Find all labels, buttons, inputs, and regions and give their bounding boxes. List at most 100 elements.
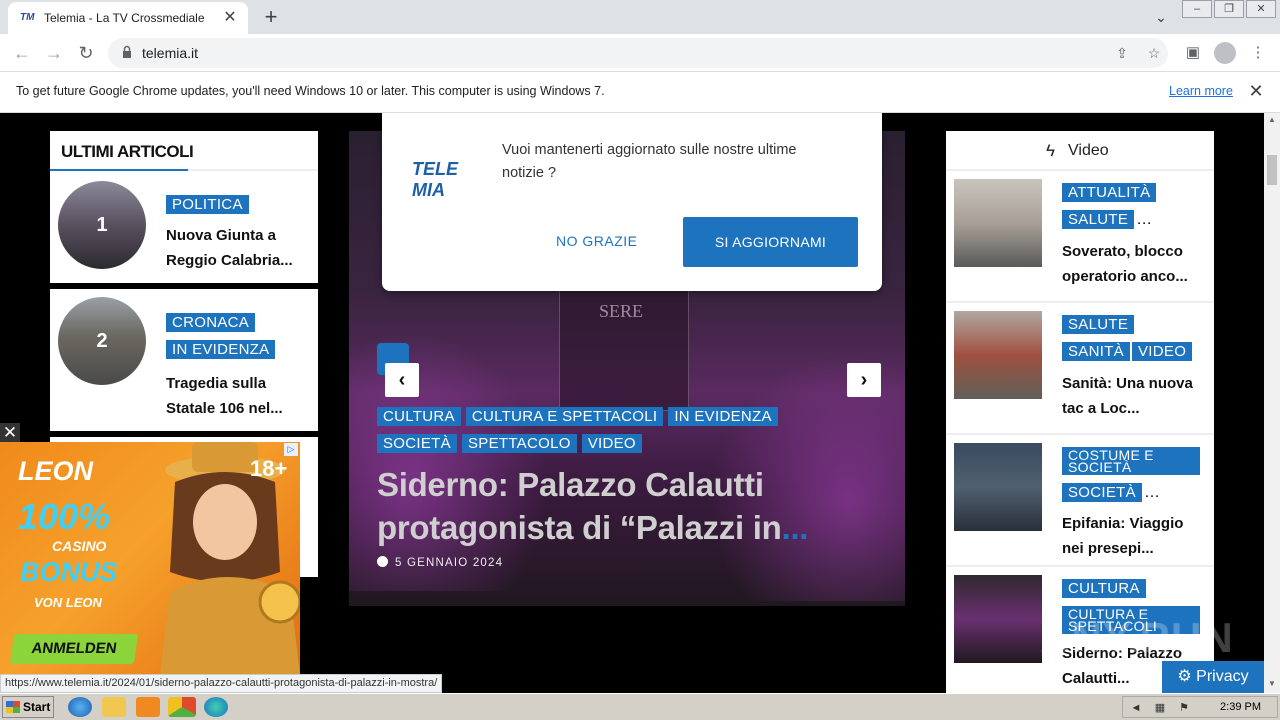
video-thumbnail[interactable] [954,311,1042,399]
side-panel-icon[interactable]: ▣ [1183,43,1203,63]
category-tag[interactable]: CULTURA E SPETTACOLI [465,407,664,426]
media-player-icon[interactable] [136,697,160,717]
article-tags: CRONACA IN EVIDENZA [166,313,316,359]
ad-brand: LEON [18,456,94,486]
window-controls: – ❐ ✕ [1180,0,1276,18]
new-tab-button[interactable]: + [258,4,284,30]
flag-icon[interactable]: ⚑ [1177,701,1191,715]
category-tag[interactable]: SALUTE [1062,315,1135,334]
category-tag[interactable]: POLITICA [166,195,249,214]
profile-avatar[interactable] [1214,42,1236,64]
start-button[interactable]: Start [2,696,54,718]
video-item[interactable]: ATTUALITÀ SALUTE… Soverato, blocco operat… [946,171,1214,303]
category-tag[interactable]: VIDEO [581,434,642,453]
category-tag[interactable]: SOCIETÀ [1062,483,1142,502]
casino-ad-banner[interactable]: LEON 100% CASINO BONUS VON LEON ANMELDEN… [0,442,300,674]
infobar-message: To get future Google Chrome updates, you… [16,84,605,98]
status-bar-url: https://www.telemia.it/2024/01/siderno-p… [0,674,443,693]
article-title[interactable]: Tragedia sulla Statale 106 nel... [166,371,311,421]
video-widget-header: ϟ Video [946,131,1214,171]
reload-icon[interactable]: ↻ [74,41,98,65]
tab-close-icon[interactable]: ✕ [220,8,240,28]
system-tray: ◄ ▦ ⚑ 2:39 PM [1122,696,1278,718]
ad-info-icon[interactable]: ▷ [284,443,298,456]
browser-tab[interactable]: TM Telemia - La TV Crossmediale ✕ [8,2,248,34]
video-item[interactable]: SALUTE SANITÀ VIDEO Sanità: Una nuova tac … [946,303,1214,435]
category-tag[interactable]: SPETTACOLO [461,434,577,453]
category-tag[interactable]: CULTURA [377,407,461,426]
video-thumbnail[interactable] [954,443,1042,531]
back-arrow-icon[interactable]: ← [10,41,34,65]
infobar-close-icon[interactable]: ✕ [1246,81,1266,101]
address-bar[interactable]: telemia.it ⇪ ☆ [108,38,1168,68]
decline-button[interactable]: NO GRAZIE [556,233,638,249]
bolt-icon: ϟ [1046,141,1055,160]
scroll-down-icon[interactable]: ▼ [1264,677,1280,691]
minimize-button[interactable]: – [1182,0,1212,18]
restore-button[interactable]: ❐ [1214,0,1244,18]
category-tag[interactable]: ATTUALITÀ [1062,183,1157,202]
category-tag[interactable]: SALUTE [1062,210,1135,229]
category-tag[interactable]: SANITÀ [1062,342,1130,361]
category-tag[interactable]: COSTUME E SOCIETÀ [1062,447,1200,475]
learn-more-link[interactable]: Learn more [1169,84,1233,98]
edge-icon[interactable] [204,697,228,717]
update-infobar: To get future Google Chrome updates, you… [0,72,1280,113]
tab-search-chevron-icon[interactable]: ⌄ [1150,6,1172,28]
video-thumbnail[interactable] [954,179,1042,267]
category-tag[interactable]: SOCIETÀ [377,434,457,453]
volume-icon[interactable]: ◄ [1129,701,1143,715]
ie-icon[interactable] [68,697,92,717]
telemia-logo: TELE MIA [412,159,459,200]
forward-arrow-icon[interactable]: → [42,41,66,65]
widget-header: ULTIMI ARTICOLI [50,131,318,171]
article-thumbnail[interactable]: 2 [58,297,146,385]
widget-title: ULTIMI ARTICOLI [61,142,194,161]
category-tag[interactable]: IN EVIDENZA [166,340,276,359]
menu-dots-icon[interactable]: ⋮ [1248,43,1268,63]
slide-title-ellipsis: ... [781,509,809,546]
close-window-button[interactable]: ✕ [1246,0,1276,18]
watermark: ANY.RUN [1040,614,1234,661]
slide-title-text: Siderno: Palazzo Calautti protagonista d… [377,466,782,546]
ad-casino: CASINO [52,538,107,554]
subscribe-button[interactable]: SI AGGIORNAMI [683,217,858,267]
video-item[interactable]: COSTUME E SOCIETÀ SOCIETÀ… Epifania: Viag… [946,435,1214,567]
tab-title: Telemia - La TV Crossmediale [44,11,205,25]
gear-icon: ⚙ [1177,668,1192,685]
ad-bonus: BONUS [20,557,118,587]
explorer-folder-icon[interactable] [102,697,126,717]
video-title[interactable]: Epifania: Viaggio nei presepi... [1062,511,1202,561]
ad-von: VON LEON [34,595,102,610]
privacy-label: Privacy [1196,668,1249,685]
bookmark-star-icon[interactable]: ☆ [1145,44,1163,62]
clock-icon [377,556,388,567]
category-tag[interactable]: IN EVIDENZA [668,407,778,426]
share-icon[interactable]: ⇪ [1113,44,1131,62]
slide-title[interactable]: Siderno: Palazzo Calautti protagonista d… [377,463,857,549]
scroll-thumb[interactable] [1267,155,1277,185]
article-thumbnail[interactable]: 1 [58,181,146,269]
video-tags: ATTUALITÀ SALUTE… [1062,183,1212,237]
video-title[interactable]: Soverato, blocco operatorio anco... [1062,239,1202,289]
article-item[interactable]: 1 POLITICA Nuova Giunta a Reggio Calabri… [50,171,318,283]
slider-prev-button[interactable]: ‹ [385,363,419,397]
article-item[interactable]: 2 CRONACA IN EVIDENZA Tragedia sulla Sta… [50,289,318,431]
article-title[interactable]: Nuova Giunta a Reggio Calabria... [166,223,311,273]
video-thumbnail[interactable] [954,575,1042,663]
slider-next-button[interactable]: › [847,363,881,397]
ad-close-icon[interactable]: ✕ [0,423,20,442]
page-scrollbar[interactable]: ▲ ▼ [1264,113,1280,693]
privacy-button[interactable]: ⚙ Privacy [1162,661,1264,693]
network-icon[interactable]: ▦ [1153,701,1167,715]
chrome-icon[interactable] [168,697,196,717]
video-title[interactable]: Sanità: Una nuova tac a Loc... [1062,371,1202,421]
category-tag[interactable]: CRONACA [166,313,256,332]
slide-tags: CULTURA CULTURA E SPETTACOLI IN EVIDENZA SO… [377,407,837,461]
url-text: telemia.it [142,45,199,61]
scroll-up-icon[interactable]: ▲ [1264,113,1280,127]
category-tag[interactable]: CULTURA [1062,579,1146,598]
video-widget-title: Video [1068,142,1109,159]
category-tag[interactable]: VIDEO [1131,342,1193,361]
ad-cta-button[interactable]: ANMELDEN [9,634,139,664]
